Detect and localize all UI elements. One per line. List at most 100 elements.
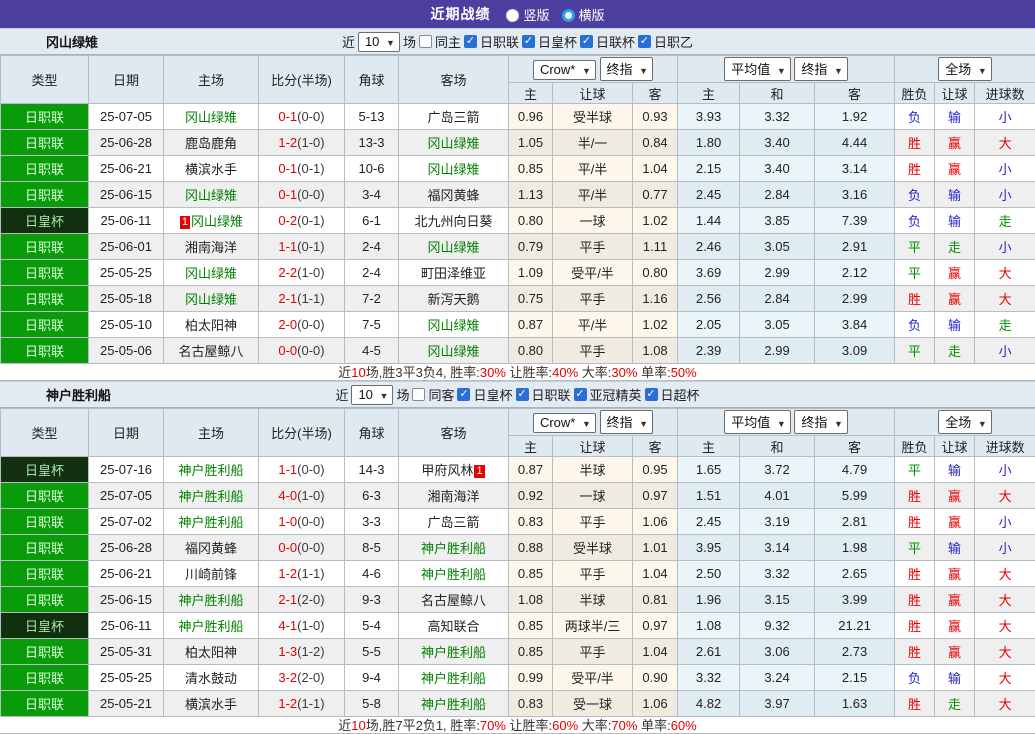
home-team-cell[interactable]: 神户胜利船 [164, 613, 259, 639]
home-team-name: 鹿岛鹿角 [185, 136, 237, 151]
away-team-cell[interactable]: 神户胜利船 [399, 691, 509, 717]
league-checkbox-3[interactable]: ✓ [645, 388, 658, 401]
group2-select-0[interactable]: 全场 ▼ [938, 410, 992, 434]
handicap-odds-cell: 1.05 [509, 130, 553, 156]
home-team-name: 柏太阳神 [185, 318, 237, 333]
sub-column-header: 和 [740, 83, 815, 104]
result-cell: 胜 [895, 639, 935, 665]
away-team-cell[interactable]: 湘南海洋 [399, 483, 509, 509]
home-team-cell[interactable]: 柏太阳神 [164, 639, 259, 665]
away-team-cell[interactable]: 广岛三箭 [399, 104, 509, 130]
away-team-cell[interactable]: 高知联合 [399, 613, 509, 639]
away-team-cell[interactable]: 广岛三箭 [399, 509, 509, 535]
home-team-cell[interactable]: 神户胜利船 [164, 457, 259, 483]
match-row: 日职联25-05-25清水鼓动3-2(2-0)9-4神户胜利船0.99受平/半0… [1, 665, 1035, 691]
home-team-cell[interactable]: 1冈山绿雉 [164, 208, 259, 234]
group1-select-0[interactable]: 平均值 ▼ [724, 57, 791, 81]
handicap-odds-cell: 两球半/三 [553, 613, 633, 639]
group0-select-0[interactable]: Crow* ▼ [533, 60, 596, 80]
average-odds-cell: 2.99 [740, 260, 815, 286]
match-row: 日职联25-06-01湘南海洋1-1(0-1)2-4冈山绿雉0.79平手1.11… [1, 234, 1035, 260]
away-team-cell[interactable]: 冈山绿雉 [399, 156, 509, 182]
group1-select-1[interactable]: 终指 ▼ [794, 410, 848, 434]
away-team-cell[interactable]: 冈山绿雉 [399, 312, 509, 338]
away-team-cell[interactable]: 甲府风林1 [399, 457, 509, 483]
chevron-down-icon: ▼ [639, 419, 648, 429]
group1-select-0[interactable]: 平均值 ▼ [724, 410, 791, 434]
away-team-name: 冈山绿雉 [427, 162, 479, 177]
away-team-name: 町田泽维亚 [421, 266, 486, 281]
average-odds-cell: 3.93 [678, 104, 740, 130]
corner-cell: 7-2 [345, 286, 399, 312]
group0-select-0[interactable]: Crow* ▼ [533, 413, 596, 433]
home-team-cell[interactable]: 湘南海洋 [164, 234, 259, 260]
group0-select-1[interactable]: 终指 ▼ [600, 57, 654, 81]
away-team-cell[interactable]: 冈山绿雉 [399, 234, 509, 260]
date-cell: 25-05-21 [89, 691, 164, 717]
odds-group-header-1: 平均值 ▼ 终指 ▼ [678, 409, 895, 436]
score-cell: 1-0(0-0) [259, 509, 345, 535]
home-team-cell[interactable]: 神户胜利船 [164, 587, 259, 613]
league-checkbox-2[interactable]: ✓ [574, 388, 587, 401]
home-team-cell[interactable]: 鹿岛鹿角 [164, 130, 259, 156]
home-team-cell[interactable]: 冈山绿雉 [164, 104, 259, 130]
away-team-cell[interactable]: 神户胜利船 [399, 535, 509, 561]
home-team-cell[interactable]: 柏太阳神 [164, 312, 259, 338]
group1-select-1[interactable]: 终指 ▼ [794, 57, 848, 81]
away-team-cell[interactable]: 冈山绿雉 [399, 338, 509, 364]
half-time-score: (0-0) [297, 317, 324, 332]
league-checkbox-0[interactable]: ✓ [457, 388, 470, 401]
league-checkbox-1[interactable]: ✓ [516, 388, 529, 401]
near-label: 近 [342, 32, 355, 51]
result-cell: 小 [975, 234, 1035, 260]
home-team-cell[interactable]: 横滨水手 [164, 691, 259, 717]
same-venue-checkbox[interactable] [412, 388, 425, 401]
league-checkbox-2[interactable]: ✓ [580, 35, 593, 48]
away-team-cell[interactable]: 町田泽维亚 [399, 260, 509, 286]
home-team-cell[interactable]: 福冈黄蜂 [164, 535, 259, 561]
home-team-cell[interactable]: 神户胜利船 [164, 509, 259, 535]
home-team-cell[interactable]: 川崎前锋 [164, 561, 259, 587]
away-team-cell[interactable]: 神户胜利船 [399, 665, 509, 691]
result-cell: 赢 [935, 613, 975, 639]
home-team-cell[interactable]: 横滨水手 [164, 156, 259, 182]
home-team-cell[interactable]: 神户胜利船 [164, 483, 259, 509]
layout-radio-1[interactable] [562, 9, 575, 22]
group2-select-0[interactable]: 全场 ▼ [938, 57, 992, 81]
rounds-select[interactable]: 10 ▼ [358, 32, 400, 52]
result-cell: 大 [975, 286, 1035, 312]
result-cell: 输 [935, 104, 975, 130]
away-team-cell[interactable]: 神户胜利船 [399, 639, 509, 665]
group0-select-1[interactable]: 终指 ▼ [600, 410, 654, 434]
league-checkbox-3[interactable]: ✓ [638, 35, 651, 48]
away-team-cell[interactable]: 新泻天鹅 [399, 286, 509, 312]
average-odds-cell: 3.99 [815, 587, 895, 613]
home-team-cell[interactable]: 冈山绿雉 [164, 182, 259, 208]
away-team-cell[interactable]: 北九州向日葵 [399, 208, 509, 234]
home-team-cell[interactable]: 清水鼓动 [164, 665, 259, 691]
handicap-odds-cell: 平手 [553, 338, 633, 364]
full-time-score: 1-1 [278, 462, 297, 477]
home-team-cell[interactable]: 冈山绿雉 [164, 286, 259, 312]
result-cell: 大 [975, 587, 1035, 613]
matches-table: 类型日期主场比分(半场)角球客场Crow* ▼ 终指 ▼ 平均值 ▼ 终指 ▼ … [0, 408, 1035, 717]
handicap-odds-cell: 0.90 [633, 665, 678, 691]
home-team-cell[interactable]: 名古屋鲸八 [164, 338, 259, 364]
summary-segment: 让胜率: [506, 365, 552, 380]
away-team-cell[interactable]: 名古屋鲸八 [399, 587, 509, 613]
layout-radio-0[interactable] [506, 9, 519, 22]
layout-radio-group: 竖版横版 [494, 5, 604, 24]
handicap-odds-cell: 1.06 [633, 691, 678, 717]
league-checkbox-0[interactable]: ✓ [464, 35, 477, 48]
rounds-select[interactable]: 10 ▼ [351, 385, 393, 405]
away-team-cell[interactable]: 神户胜利船 [399, 561, 509, 587]
league-checkbox-1[interactable]: ✓ [522, 35, 535, 48]
average-odds-cell: 3.69 [678, 260, 740, 286]
result-cell: 小 [975, 182, 1035, 208]
away-team-cell[interactable]: 福冈黄蜂 [399, 182, 509, 208]
away-team-cell[interactable]: 冈山绿雉 [399, 130, 509, 156]
date-cell: 25-07-02 [89, 509, 164, 535]
same-venue-checkbox[interactable] [419, 35, 432, 48]
page-title: 近期战绩 [430, 4, 490, 24]
home-team-cell[interactable]: 冈山绿雉 [164, 260, 259, 286]
